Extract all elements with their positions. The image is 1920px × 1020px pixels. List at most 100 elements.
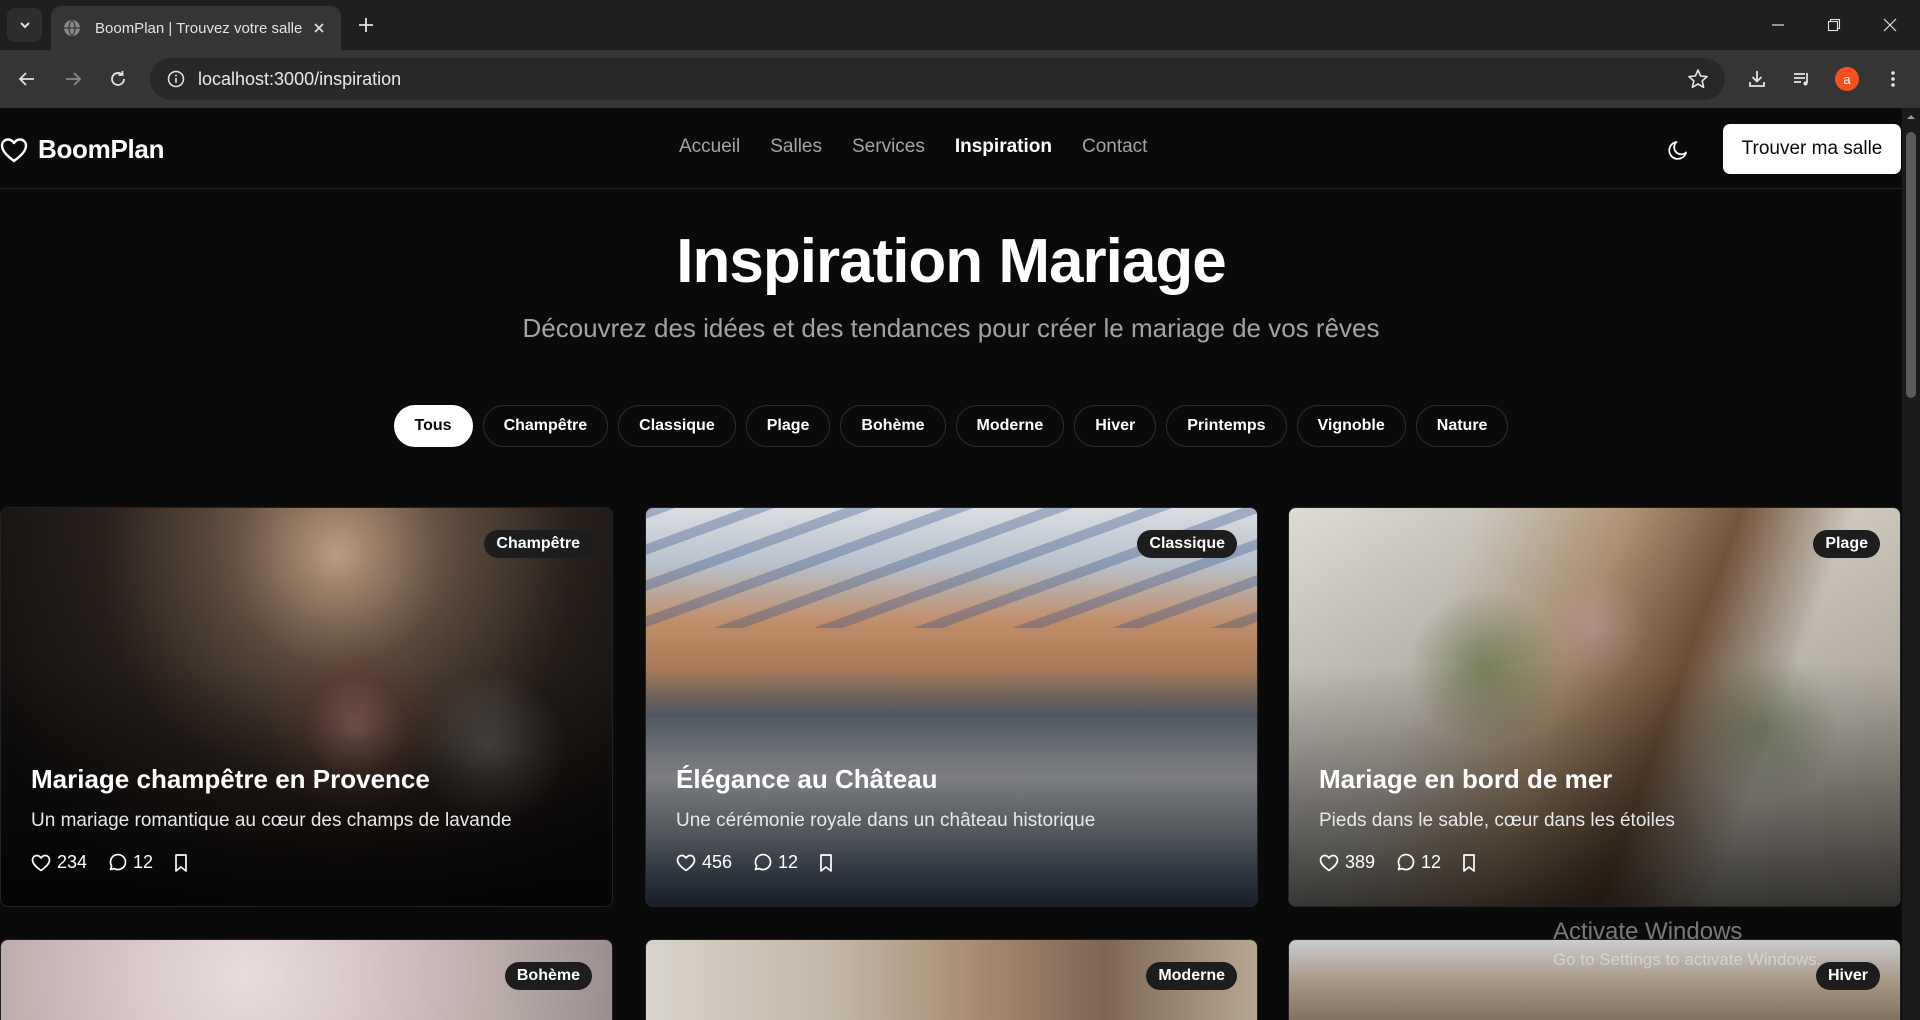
category-badge: Classique [1137,530,1237,558]
nav-link-contact[interactable]: Contact [1082,136,1147,158]
minimize-button[interactable] [1750,0,1806,50]
like-count: 456 [702,852,733,872]
category-badge: Hiver [1815,962,1880,990]
scroll-up-icon[interactable] [1906,112,1916,122]
moon-icon [1668,141,1687,160]
more-vertical-icon [1891,71,1895,87]
nav-link-inspiration[interactable]: Inspiration [955,136,1052,158]
url-text: localhost:3000/inspiration [198,68,402,89]
inspiration-card[interactable]: Champêtre Mariage champêtre en Provence … [0,507,613,907]
category-badge: Champêtre [484,530,592,558]
card-stats: 389 12 [1319,852,1477,873]
site-info-icon[interactable] [156,58,196,100]
filter-chip-vignoble[interactable]: Vignoble [1296,405,1406,447]
nav-link-accueil[interactable]: Accueil [679,136,740,158]
tab-close-icon[interactable] [309,18,329,38]
inspiration-card[interactable]: Classique Élégance au Château Une cérémo… [645,507,1258,907]
filter-chip-champetre[interactable]: Champêtre [482,405,609,447]
comment-icon [109,853,127,870]
playlist-icon [1794,73,1808,86]
filter-chip-hiver[interactable]: Hiver [1074,405,1157,447]
card-title: Mariage champêtre en Provence [31,764,430,794]
filter-chip-printemps[interactable]: Printemps [1166,405,1287,447]
heart-icon [676,854,696,871]
heart-icon [0,137,28,162]
card-stats: 456 12 [676,852,834,873]
like-count: 389 [1345,852,1376,872]
filter-chip-boheme[interactable]: Bohème [840,405,946,447]
card-title: Mariage en bord de mer [1319,764,1613,794]
bookmark-icon [175,853,187,872]
comment-button[interactable]: 12 [1395,852,1441,873]
inspiration-card[interactable]: Plage Mariage en bord de mer Pieds dans … [1288,507,1901,907]
downloads-button[interactable] [1740,62,1774,96]
download-icon [1749,71,1765,87]
save-button[interactable] [173,853,189,873]
comment-button[interactable]: 12 [752,852,798,873]
comment-count: 12 [133,852,154,872]
media-control-button[interactable] [1785,62,1819,96]
nav-link-salles[interactable]: Salles [770,136,822,158]
new-tab-button[interactable] [353,12,379,38]
page-scrollbar[interactable] [1902,108,1920,1020]
bookmark-star-icon[interactable] [1687,68,1709,95]
back-button[interactable] [10,62,44,96]
filter-chip-classique[interactable]: Classique [618,405,736,447]
restore-icon [1827,18,1841,32]
plus-icon [359,18,373,32]
theme-toggle-button[interactable] [1662,134,1694,166]
page-subtitle: Découvrez des idées et des tendances pou… [522,313,1380,343]
minimize-icon [1772,24,1784,26]
profile-button[interactable]: a [1830,62,1864,96]
browser-menu-button[interactable] [1876,62,1910,96]
bookmark-icon [1463,853,1475,872]
comment-count: 12 [778,852,799,872]
find-venue-button[interactable]: Trouver ma salle [1723,124,1901,174]
forward-button[interactable] [56,62,90,96]
restore-button[interactable] [1806,0,1862,50]
reload-icon [111,71,125,86]
scrollbar-thumb[interactable] [1906,132,1916,398]
card-description: Une cérémonie royale dans un château his… [676,810,1096,831]
filter-chip-moderne[interactable]: Moderne [955,405,1065,447]
like-button[interactable]: 456 [676,852,732,873]
address-bar[interactable]: localhost:3000/inspiration [150,58,1725,100]
heart-icon [31,854,51,871]
browser-tab[interactable]: BoomPlan | Trouvez votre salle de [51,6,341,50]
category-filters: Tous Champêtre Classique Plage Bohème Mo… [0,405,1902,447]
card-description: Pieds dans le sable, cœur dans les étoil… [1319,810,1675,831]
filter-chip-tous[interactable]: Tous [393,405,473,447]
comment-icon [1397,853,1415,870]
avatar: a [1835,67,1859,91]
nav-link-services[interactable]: Services [852,136,925,158]
comment-count: 12 [1421,852,1442,872]
like-count: 234 [57,852,88,872]
globe-icon [64,19,80,37]
save-button[interactable] [818,853,834,873]
brand-name: BoomPlan [38,134,165,164]
inspiration-card[interactable]: Bohème [0,939,613,1020]
inspiration-card[interactable]: Moderne [645,939,1258,1020]
brand-logo[interactable]: BoomPlan [0,134,164,165]
card-title: Élégance au Château [676,764,938,794]
filter-chip-nature[interactable]: Nature [1415,405,1509,447]
save-button[interactable] [1461,853,1477,873]
browser-tabstrip: BoomPlan | Trouvez votre salle de [0,0,1920,50]
tab-title: BoomPlan | Trouvez votre salle de [95,19,305,37]
windows-activation-title: Activate Windows [1553,918,1743,945]
bookmark-icon [820,853,832,872]
page-viewport: BoomPlan Accueil Salles Services Inspira… [0,108,1920,1020]
like-button[interactable]: 389 [1319,852,1375,873]
comment-button[interactable]: 12 [107,852,153,873]
browser-toolbar: localhost:3000/inspiration a [0,50,1920,108]
site-header: BoomPlan Accueil Salles Services Inspira… [0,108,1902,189]
filter-chip-plage[interactable]: Plage [745,405,831,447]
windows-activation-subtitle: Go to Settings to activate Windows. [1553,950,1822,969]
close-icon [1883,18,1897,32]
tab-search-button[interactable] [7,8,42,42]
like-button[interactable]: 234 [31,852,87,873]
card-description: Un mariage romantique au cœur des champs… [31,810,512,831]
card-stats: 234 12 [31,852,189,873]
reload-button[interactable] [101,62,135,96]
close-window-button[interactable] [1862,0,1918,50]
